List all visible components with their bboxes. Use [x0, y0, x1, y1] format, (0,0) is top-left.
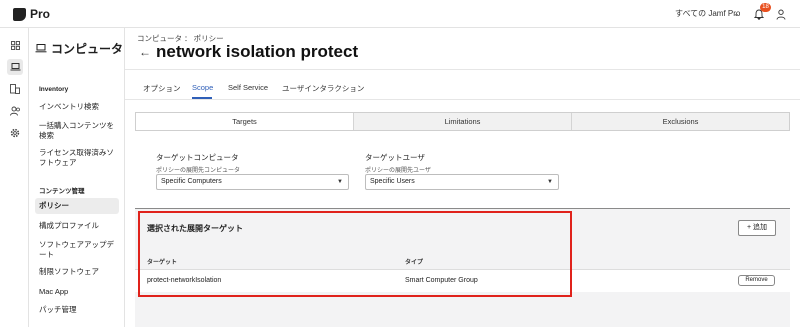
tab-self-service[interactable]: Self Service: [228, 83, 268, 92]
segment-targets[interactable]: Targets: [136, 113, 353, 130]
page-title: network isolation protect: [156, 42, 359, 61]
jamf-logo-mark-icon: [13, 7, 26, 21]
tabs-divider: [125, 99, 800, 100]
tab-scope[interactable]: Scope: [192, 83, 213, 92]
add-target-label: 追加: [753, 224, 768, 231]
user-icon[interactable]: [776, 7, 786, 25]
sidebar-title-label: コンピュータ: [51, 42, 124, 56]
top-bar: Pro すべての Jamf Pro ⌄ 18: [0, 0, 800, 28]
target-computers-sublabel: ポリシーの展開先コンピュータ: [156, 168, 241, 174]
sidebar-item-patch-management[interactable]: パッチ管理: [35, 302, 119, 318]
back-arrow-icon[interactable]: ←: [139, 45, 151, 59]
sidebar-section-inventory: Inventory: [39, 86, 69, 93]
sidebar-section-content-management: コンテンツ管理: [39, 188, 85, 195]
tab-user-interaction[interactable]: ユーザインタラクション: [282, 83, 364, 94]
chevron-down-icon[interactable]: ⌄: [733, 9, 740, 18]
header-divider: [125, 69, 800, 70]
target-users-select[interactable]: Specific Users ▼: [365, 174, 559, 190]
target-type-cell: Smart Computer Group: [405, 277, 478, 284]
icon-rail: [0, 28, 29, 327]
laptop-icon: [35, 44, 47, 53]
selected-targets-panel: 選択された展開ターゲット + 追加 ターゲット タイプ protect-netw…: [135, 208, 790, 327]
target-users-label: ターゲットユーザ: [365, 153, 425, 162]
sidebar-item-policies[interactable]: ポリシー: [35, 198, 119, 214]
sidebar: コンピュータ Inventory インベントリ検索 一括購入コンテンツを検索 ラ…: [29, 28, 125, 327]
sidebar-item-software-updates[interactable]: ソフトウェアアップデート: [35, 237, 119, 263]
sidebar-item-vpp-search[interactable]: 一括購入コンテンツを検索: [35, 118, 119, 144]
target-users-value: Specific Users: [370, 178, 415, 185]
dropdown-arrow-icon: ▼: [547, 179, 553, 185]
sidebar-item-mac-apps[interactable]: Mac App: [35, 284, 119, 300]
sidebar-item-restricted-software[interactable]: 制限ソフトウェア: [35, 264, 119, 280]
dropdown-arrow-icon: ▼: [337, 179, 343, 185]
grid-icon[interactable]: [7, 37, 23, 53]
sidebar-title: コンピュータ: [35, 40, 123, 57]
target-computers-select[interactable]: Specific Computers ▼: [156, 174, 349, 190]
target-name-cell: protect-networkIsolation: [147, 277, 222, 284]
column-header-type: タイプ: [405, 260, 424, 266]
app-name: Pro: [30, 7, 51, 21]
table-row: protect-networkIsolation Smart Computer …: [135, 270, 790, 292]
remove-button[interactable]: Remove: [738, 275, 775, 286]
sidebar-item-config-profiles[interactable]: 構成プロファイル: [35, 218, 119, 234]
selected-targets-title: 選択された展開ターゲット: [147, 224, 243, 233]
sidebar-item-inventory-search[interactable]: インベントリ検索: [35, 99, 119, 115]
scope-segmented-control: Targets Limitations Exclusions: [135, 112, 790, 131]
tab-options[interactable]: オプション: [143, 83, 181, 94]
target-computers-label: ターゲットコンピュータ: [156, 153, 239, 162]
org-selector[interactable]: すべての Jamf Pro: [675, 8, 740, 19]
add-target-button[interactable]: + 追加: [738, 220, 776, 236]
column-header-target: ターゲット: [147, 260, 178, 266]
target-users-sublabel: ポリシーの展開先ユーザ: [365, 168, 431, 174]
sidebar-item-licensed-software[interactable]: ライセンス取得済みソフトウェア: [35, 145, 119, 171]
main-content: コンピュータ ： ポリシー ← network isolation protec…: [125, 28, 800, 327]
segment-limitations[interactable]: Limitations: [353, 113, 571, 130]
laptop-icon[interactable]: [7, 59, 23, 75]
segment-exclusions[interactable]: Exclusions: [571, 113, 789, 130]
target-computers-value: Specific Computers: [161, 178, 222, 185]
settings-icon[interactable]: [7, 125, 23, 141]
notification-badge: 18: [760, 3, 771, 12]
users-icon[interactable]: [7, 103, 23, 119]
devices-icon[interactable]: [7, 81, 23, 97]
jamf-logo[interactable]: Pro: [13, 7, 50, 21]
